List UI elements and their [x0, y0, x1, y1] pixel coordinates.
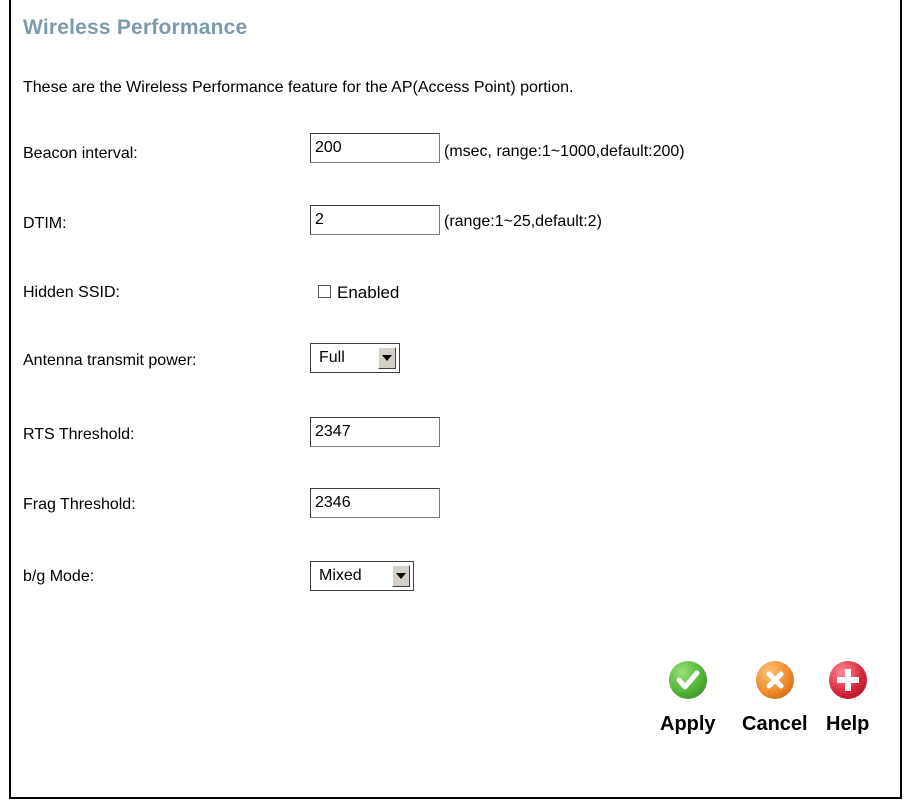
dtim-label: DTIM: [23, 215, 67, 232]
chevron-down-icon[interactable] [392, 565, 410, 587]
hidden-ssid-label: Hidden SSID: [23, 284, 120, 301]
dtim-input[interactable] [310, 205, 440, 235]
help-label: Help [826, 713, 870, 735]
frag-threshold-input[interactable] [310, 488, 440, 518]
beacon-interval-hint: (msec, range:1~1000,default:200) [444, 143, 685, 160]
cancel-button[interactable]: Cancel [742, 661, 808, 736]
hidden-ssid-checkbox[interactable] [318, 285, 331, 298]
hidden-ssid-enabled-option[interactable]: Enabled [318, 283, 399, 303]
frag-threshold-label: Frag Threshold: [23, 496, 136, 513]
rts-threshold-label: RTS Threshold: [23, 426, 135, 443]
page-title: Wireless Performance [23, 16, 248, 39]
cancel-label: Cancel [742, 713, 808, 735]
check-icon [668, 661, 707, 699]
rts-threshold-input[interactable] [310, 417, 440, 447]
hidden-ssid-checkbox-label: Enabled [337, 283, 400, 302]
bg-mode-value: Mixed [319, 567, 362, 584]
page-intro: These are the Wireless Performance featu… [23, 79, 574, 96]
antenna-power-select[interactable]: Full [310, 343, 400, 373]
chevron-down-icon[interactable] [378, 347, 396, 369]
beacon-interval-input[interactable] [310, 133, 440, 163]
apply-label: Apply [660, 713, 716, 735]
bg-mode-label: b/g Mode: [23, 568, 95, 585]
dtim-hint: (range:1~25,default:2) [444, 213, 602, 230]
help-button[interactable]: Help [826, 661, 869, 736]
antenna-power-label: Antenna transmit power: [23, 352, 197, 369]
antenna-power-value: Full [319, 349, 345, 366]
x-icon [755, 661, 794, 699]
bg-mode-select[interactable]: Mixed [310, 561, 414, 591]
plus-icon [828, 661, 867, 699]
beacon-interval-label: Beacon interval: [23, 145, 138, 162]
apply-button[interactable]: Apply [660, 661, 716, 736]
